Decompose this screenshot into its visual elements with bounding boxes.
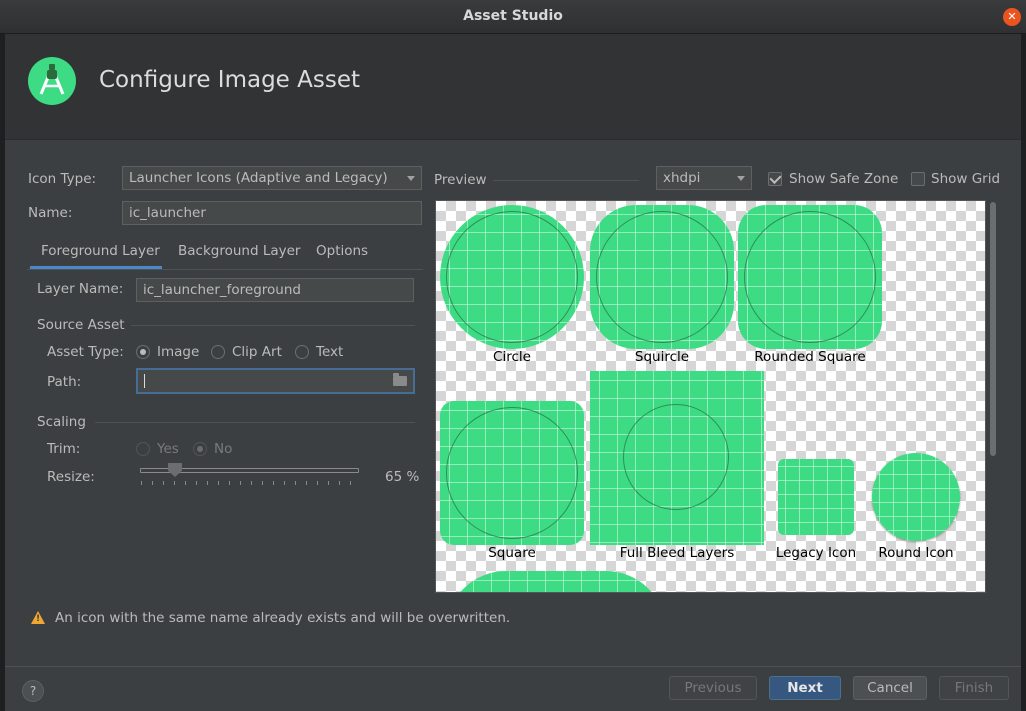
layer-name-field[interactable]: ic_launcher_foreground bbox=[136, 278, 414, 302]
footer-divider bbox=[5, 666, 1021, 667]
chevron-down-icon bbox=[737, 176, 745, 181]
density-value: xhdpi bbox=[663, 170, 701, 186]
warning-exclamation: ! bbox=[36, 614, 41, 624]
scaling-section-label: Scaling bbox=[37, 414, 86, 430]
path-label: Path: bbox=[47, 374, 82, 390]
square-caption: Square bbox=[488, 545, 536, 561]
trim-no-radio[interactable] bbox=[193, 442, 207, 456]
safe-zone-outline bbox=[744, 211, 876, 343]
rounded-square-caption: Rounded Square bbox=[754, 349, 866, 365]
round-icon-caption: Round Icon bbox=[878, 545, 954, 561]
section-divider bbox=[493, 180, 639, 181]
path-input[interactable] bbox=[136, 368, 415, 394]
full-bleed-caption: Full Bleed Layers bbox=[619, 545, 735, 561]
section-divider bbox=[95, 422, 415, 423]
safe-zone-outline bbox=[623, 404, 729, 510]
tab-options[interactable]: Options bbox=[316, 243, 368, 259]
trim-no-label: No bbox=[214, 441, 233, 457]
asset-studio-dialog: Configure Image Asset Icon Type: Launche… bbox=[5, 34, 1021, 711]
round-icon-preview bbox=[872, 453, 960, 541]
icon-type-dropdown[interactable]: Launcher Icons (Adaptive and Legacy) bbox=[122, 166, 422, 190]
name-label: Name: bbox=[28, 205, 73, 221]
asset-type-label: Asset Type: bbox=[47, 344, 124, 360]
close-window-button[interactable]: ✕ bbox=[1003, 8, 1021, 26]
circle-caption: Circle bbox=[493, 349, 531, 365]
finish-button[interactable]: Finish bbox=[939, 676, 1009, 700]
show-grid-label: Show Grid bbox=[931, 171, 1001, 187]
trim-yes-label: Yes bbox=[157, 441, 179, 457]
square-icon-preview bbox=[440, 401, 584, 545]
resize-slider-thumb[interactable] bbox=[168, 463, 182, 477]
text-caret bbox=[144, 374, 145, 388]
resize-value: 65 % bbox=[385, 469, 420, 485]
safe-zone-outline bbox=[596, 211, 728, 343]
preview-scrollbar[interactable] bbox=[985, 200, 1000, 593]
asset-type-clip-art-label: Clip Art bbox=[232, 344, 282, 360]
show-safe-zone-label: Show Safe Zone bbox=[789, 171, 899, 187]
safe-zone-outline bbox=[446, 211, 578, 343]
show-safe-zone-checkbox[interactable] bbox=[768, 172, 782, 186]
next-button[interactable]: Next bbox=[769, 676, 841, 700]
layer-name-value: ic_launcher_foreground bbox=[143, 282, 301, 298]
legacy-icon-preview bbox=[778, 459, 854, 535]
show-grid-checkbox[interactable] bbox=[911, 172, 925, 186]
android-studio-logo-icon bbox=[28, 57, 76, 105]
section-divider bbox=[131, 325, 415, 326]
tabs-divider bbox=[27, 269, 423, 270]
icon-type-label: Icon Type: bbox=[28, 171, 97, 187]
page-title: Configure Image Asset bbox=[99, 67, 360, 93]
resize-slider-ticks bbox=[141, 481, 351, 485]
tab-foreground-layer[interactable]: Foreground Layer bbox=[41, 243, 160, 259]
warning-message: An icon with the same name already exist… bbox=[55, 610, 511, 626]
asset-type-clip-art-radio[interactable] bbox=[211, 345, 225, 359]
preview-label: Preview bbox=[434, 172, 487, 188]
asset-type-image-radio[interactable] bbox=[136, 345, 150, 359]
additional-icon-preview bbox=[446, 571, 666, 592]
window-title: Asset Studio bbox=[463, 8, 563, 24]
asset-type-text-label: Text bbox=[316, 344, 344, 360]
scrollbar-thumb[interactable] bbox=[990, 202, 996, 456]
squircle-icon-preview bbox=[590, 205, 734, 349]
tab-background-layer[interactable]: Background Layer bbox=[178, 243, 300, 259]
window-titlebar: Asset Studio ✕ bbox=[0, 0, 1026, 34]
folder-icon[interactable] bbox=[393, 373, 407, 386]
full-bleed-icon-preview bbox=[590, 371, 764, 545]
trim-label: Trim: bbox=[47, 441, 81, 457]
squircle-caption: Squircle bbox=[634, 349, 690, 365]
cancel-button[interactable]: Cancel bbox=[853, 676, 927, 700]
close-icon: ✕ bbox=[1007, 10, 1017, 23]
circle-icon-preview bbox=[440, 205, 584, 349]
chevron-down-icon bbox=[407, 176, 415, 181]
layer-name-label: Layer Name: bbox=[37, 281, 124, 297]
legacy-icon-caption: Legacy Icon bbox=[775, 545, 857, 561]
asset-type-text-radio[interactable] bbox=[295, 345, 309, 359]
active-tab-indicator bbox=[30, 266, 162, 269]
safe-zone-outline bbox=[446, 407, 578, 539]
name-field[interactable]: ic_launcher bbox=[122, 201, 422, 225]
previous-button[interactable]: Previous bbox=[669, 676, 757, 700]
rounded-square-icon-preview bbox=[738, 205, 882, 349]
icon-type-value: Launcher Icons (Adaptive and Legacy) bbox=[129, 170, 388, 186]
resize-label: Resize: bbox=[47, 469, 95, 485]
dialog-header: Configure Image Asset bbox=[5, 34, 1021, 140]
asset-type-image-label: Image bbox=[157, 344, 200, 360]
density-dropdown[interactable]: xhdpi bbox=[656, 166, 752, 190]
help-button[interactable]: ? bbox=[22, 680, 44, 702]
name-value: ic_launcher bbox=[129, 205, 206, 221]
source-asset-section-label: Source Asset bbox=[37, 317, 125, 333]
preview-canvas: Circle Squircle Rounded Square Square Fu… bbox=[435, 200, 1000, 593]
trim-yes-radio[interactable] bbox=[136, 442, 150, 456]
